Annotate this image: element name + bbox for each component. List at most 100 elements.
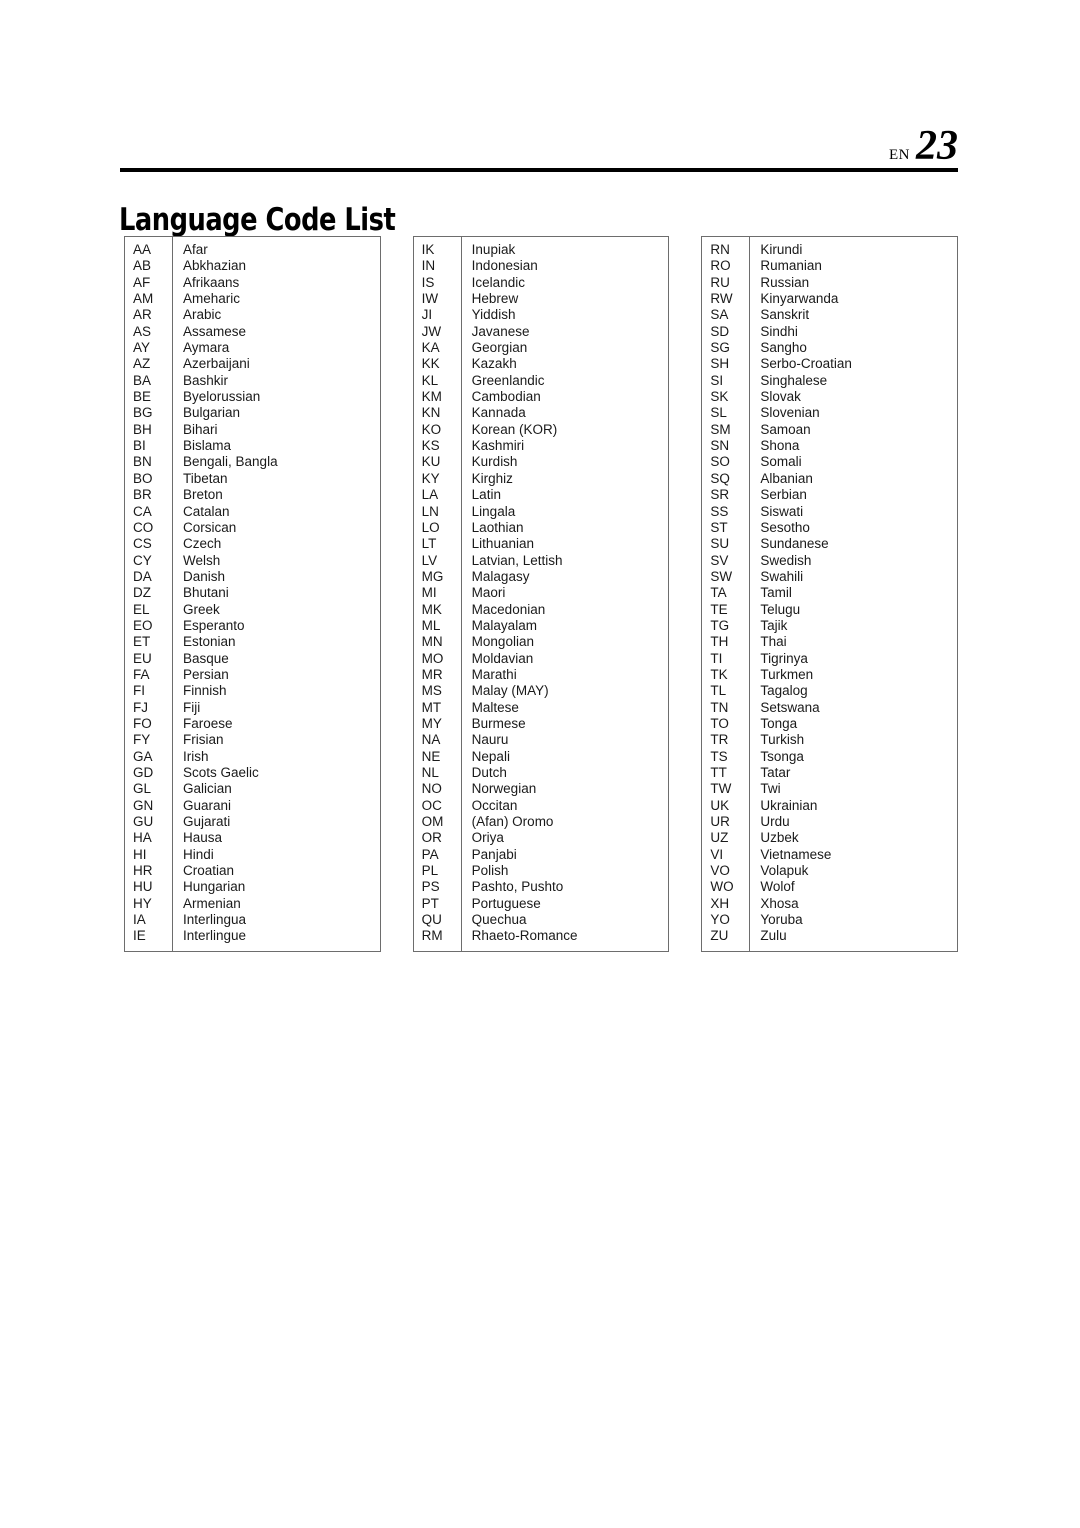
table-row: OM (Afan) Oromo — [414, 814, 669, 830]
language-name-cell: Tajik — [760, 617, 788, 633]
language-name-cell: Afrikaans — [183, 274, 240, 290]
table-row: KY Kirghiz — [414, 471, 669, 487]
table-row: GN Guarani — [125, 798, 380, 814]
language-name-cell: Yoruba — [760, 912, 803, 928]
table-row: MR Marathi — [414, 667, 669, 683]
language-code-cell: KA — [421, 340, 440, 356]
language-code-cell: SV — [710, 552, 729, 568]
language-code-cell: QU — [421, 912, 442, 928]
language-code-cell: GL — [133, 781, 152, 797]
language-code-cell: EL — [133, 601, 150, 617]
language-name-cell: Basque — [183, 650, 229, 666]
language-name-cell: Tamil — [760, 585, 792, 601]
language-code-cell: TI — [710, 650, 723, 666]
table-row: CS Czech — [125, 536, 380, 552]
language-name-cell: Kannada — [471, 405, 526, 421]
table-row: MK Macedonian — [414, 602, 669, 618]
language-code-cell: OC — [421, 797, 442, 813]
language-code-cell: ML — [421, 617, 441, 633]
table-row: AS Assamese — [125, 324, 380, 340]
table-row: SS Siswati — [702, 504, 957, 520]
table-row: SQ Albanian — [702, 471, 957, 487]
language-code-cell: HU — [133, 879, 153, 895]
language-code-cell: YO — [710, 912, 730, 928]
table-row: OR Oriya — [414, 830, 669, 846]
table-row: KL Greenlandic — [414, 373, 669, 389]
table-row: LN Lingala — [414, 504, 669, 520]
table-row: GU Gujarati — [125, 814, 380, 830]
language-name-cell: Slovak — [760, 389, 801, 405]
language-code-cell: UZ — [710, 830, 729, 846]
language-code-cell: SL — [710, 405, 727, 421]
language-name-cell: Vietnamese — [760, 846, 832, 862]
table-row: MN Mongolian — [414, 634, 669, 650]
language-code-cell: ZU — [710, 928, 729, 944]
language-name-cell: Tigrinya — [760, 650, 808, 666]
language-name-cell: Yiddish — [471, 307, 516, 323]
language-name-cell: Russian — [760, 274, 810, 290]
table-row: KA Georgian — [414, 340, 669, 356]
language-name-cell: Cambodian — [471, 389, 541, 405]
table-row: VO Volapuk — [702, 863, 957, 879]
table-row: CA Catalan — [125, 504, 380, 520]
language-code-cell: OR — [421, 830, 442, 846]
table-row: QU Quechua — [414, 912, 669, 928]
language-code-table-3: RN Kirundi RO Rumanian RU Russian RW Kinyarwand… — [701, 236, 959, 952]
table-row: EU Basque — [125, 651, 380, 667]
column-divider — [749, 237, 751, 951]
language-name-cell: Volapuk — [760, 863, 809, 879]
table-row: HI Hindi — [125, 847, 380, 863]
language-name-cell: Sanskrit — [760, 307, 810, 323]
language-code-cell: HI — [133, 846, 147, 862]
language-name-cell: Byelorussian — [183, 389, 261, 405]
table-row: IS Icelandic — [414, 275, 669, 291]
language-name-cell: Somali — [760, 454, 802, 470]
language-name-cell: Panjabi — [471, 846, 517, 862]
table-row: SO Somali — [702, 454, 957, 470]
language-code-cell: NO — [421, 781, 442, 797]
table-row: SU Sundanese — [702, 536, 957, 552]
table-row: AB Abkhazian — [125, 258, 380, 274]
language-code-cell: AY — [133, 340, 151, 356]
table-row: BA Bashkir — [125, 373, 380, 389]
language-code-cell: MO — [421, 650, 444, 666]
table-row: PT Portuguese — [414, 896, 669, 912]
table-row: TO Tonga — [702, 716, 957, 732]
language-name-cell: Kazakh — [471, 356, 517, 372]
table-row: ZU Zulu — [702, 928, 957, 944]
language-name-cell: Samoan — [760, 421, 811, 437]
table-row: GD Scots Gaelic — [125, 765, 380, 781]
table-row: HA Hausa — [125, 830, 380, 846]
language-code-cell: SN — [710, 438, 730, 454]
table-row: PL Polish — [414, 863, 669, 879]
language-code-cell: KN — [421, 405, 441, 421]
table-row: HU Hungarian — [125, 879, 380, 895]
language-code-cell: BH — [133, 421, 152, 437]
language-name-cell: Portuguese — [471, 895, 541, 911]
language-name-cell: Setswana — [760, 699, 820, 715]
language-name-cell: Kashmiri — [471, 438, 525, 454]
language-code-cell: IA — [133, 912, 146, 928]
language-name-cell: Bashkir — [183, 372, 229, 388]
table-row: SD Sindhi — [702, 324, 957, 340]
language-name-cell: Armenian — [183, 895, 241, 911]
language-code-cell: SR — [710, 487, 730, 503]
table-row: NO Norwegian — [414, 781, 669, 797]
language-name-cell: Moldavian — [471, 650, 534, 666]
language-code-cell: DZ — [133, 585, 151, 601]
language-name-cell: Scots Gaelic — [183, 765, 259, 780]
language-name-cell: Croatian — [183, 863, 235, 879]
language-code-cell: SU — [710, 536, 730, 552]
table-row: AM Ameharic — [125, 291, 380, 307]
table-row: FO Faroese — [125, 716, 380, 732]
language-name-cell: Wolof — [760, 879, 795, 895]
table-row: SM Samoan — [702, 422, 957, 438]
language-name-cell: Indonesian — [471, 258, 538, 274]
table-row: PS Pashto, Pushto — [414, 879, 669, 895]
table-row: LV Latvian, Lettish — [414, 553, 669, 569]
language-code-cell: SS — [710, 503, 729, 519]
language-name-cell: Hindi — [183, 846, 214, 862]
language-code-cell: TS — [710, 748, 728, 764]
table-row: MT Maltese — [414, 700, 669, 716]
language-name-cell: Hausa — [183, 830, 223, 846]
